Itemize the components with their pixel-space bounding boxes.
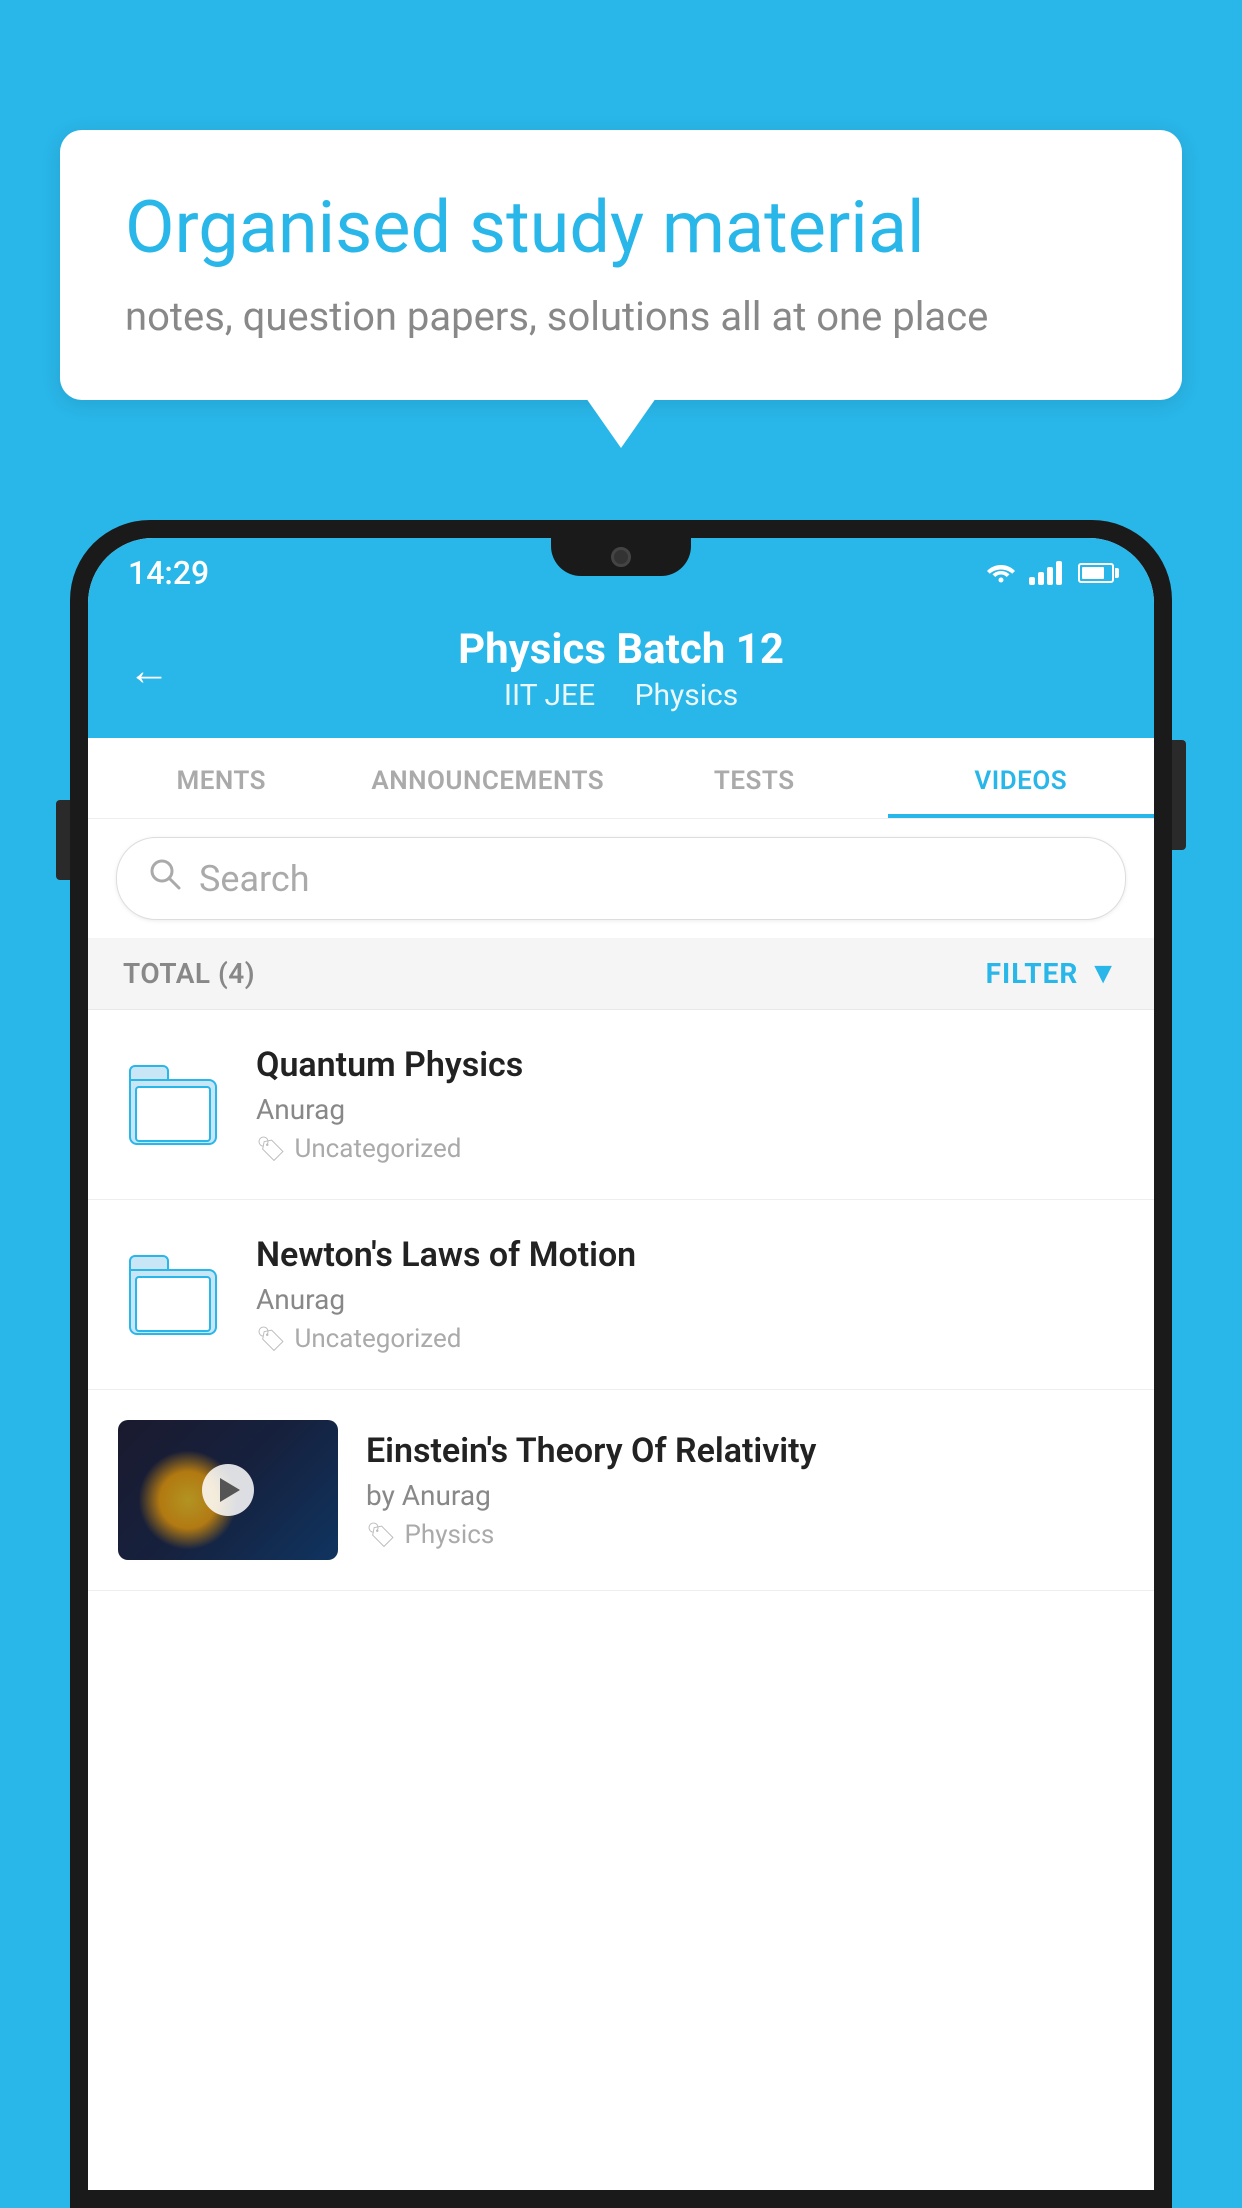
video-tag: 🏷 Uncategorized (256, 1324, 1124, 1354)
filter-funnel-icon: ▼ (1088, 956, 1119, 991)
phone-screen: 14:29 (88, 538, 1154, 2190)
tag-icon: 🏷 (256, 1325, 286, 1353)
video-title: Newton's Laws of Motion (256, 1235, 1124, 1275)
notch (551, 538, 691, 576)
phone-outer: 14:29 (70, 520, 1172, 2208)
tag-icon: 🏷 (366, 1521, 396, 1549)
back-button[interactable]: ← (128, 646, 170, 695)
video-info: Quantum Physics Anurag 🏷 Uncategorized (256, 1045, 1124, 1164)
video-title: Einstein's Theory Of Relativity (366, 1431, 1124, 1471)
tab-ments[interactable]: MENTS (88, 738, 355, 818)
video-author: Anurag (256, 1283, 1124, 1316)
status-time: 14:29 (128, 554, 209, 592)
video-tag: 🏷 Uncategorized (256, 1134, 1124, 1164)
tab-tests[interactable]: TESTS (621, 738, 888, 818)
subtitle-iitjee: IIT JEE (504, 678, 595, 713)
status-icons (985, 557, 1114, 590)
list-item[interactable]: Quantum Physics Anurag 🏷 Uncategorized (88, 1010, 1154, 1200)
battery-icon (1078, 563, 1114, 583)
search-input-wrap[interactable]: Search (116, 837, 1126, 920)
list-item[interactable]: Einstein's Theory Of Relativity by Anura… (88, 1390, 1154, 1591)
search-placeholder: Search (199, 858, 310, 900)
search-icon (147, 856, 183, 901)
video-info: Einstein's Theory Of Relativity by Anura… (366, 1431, 1124, 1550)
video-title: Quantum Physics (256, 1045, 1124, 1085)
phone-mockup: 14:29 (70, 520, 1172, 2208)
video-author: by Anurag (366, 1479, 1124, 1512)
signal-icon (1029, 561, 1062, 585)
tag-label: Uncategorized (294, 1324, 461, 1354)
camera (611, 547, 631, 567)
folder-icon (118, 1240, 228, 1350)
video-info: Newton's Laws of Motion Anurag 🏷 Uncateg… (256, 1235, 1124, 1354)
bubble-subtitle: notes, question papers, solutions all at… (125, 293, 1117, 340)
tab-announcements[interactable]: ANNOUNCEMENTS (355, 738, 622, 818)
filter-button[interactable]: FILTER ▼ (986, 956, 1119, 991)
header-subtitle: IIT JEE Physics (128, 678, 1114, 713)
filter-bar: TOTAL (4) FILTER ▼ (88, 938, 1154, 1010)
subtitle-physics: Physics (635, 678, 739, 713)
header-title: Physics Batch 12 (128, 625, 1114, 674)
search-container: Search (88, 819, 1154, 938)
tag-label: Physics (404, 1520, 494, 1550)
video-list: Quantum Physics Anurag 🏷 Uncategorized (88, 1010, 1154, 1591)
play-button[interactable] (202, 1464, 254, 1516)
speech-bubble-container: Organised study material notes, question… (60, 130, 1182, 400)
app-header: ← Physics Batch 12 IIT JEE Physics (88, 603, 1154, 738)
tag-label: Uncategorized (294, 1134, 461, 1164)
wifi-icon (985, 557, 1017, 590)
tag-icon: 🏷 (256, 1135, 286, 1163)
list-item[interactable]: Newton's Laws of Motion Anurag 🏷 Uncateg… (88, 1200, 1154, 1390)
video-tag: 🏷 Physics (366, 1520, 1124, 1550)
filter-label: FILTER (986, 957, 1079, 990)
folder-icon (118, 1050, 228, 1160)
bubble-title: Organised study material (125, 185, 1117, 271)
speech-bubble: Organised study material notes, question… (60, 130, 1182, 400)
tabs-bar: MENTS ANNOUNCEMENTS TESTS VIDEOS (88, 738, 1154, 819)
tab-videos[interactable]: VIDEOS (888, 738, 1155, 818)
total-count: TOTAL (4) (123, 957, 255, 990)
video-thumbnail (118, 1420, 338, 1560)
video-author: Anurag (256, 1093, 1124, 1126)
